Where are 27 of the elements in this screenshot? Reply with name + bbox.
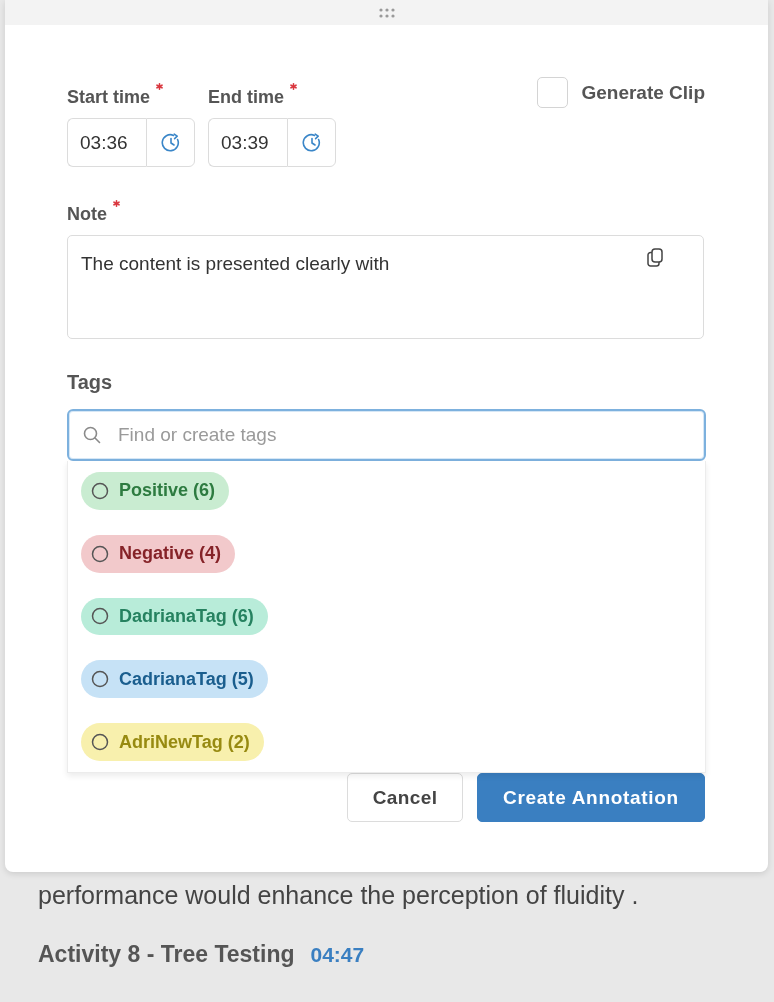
clock-icon: [301, 132, 322, 153]
search-icon: [83, 426, 101, 444]
checkbox[interactable]: [537, 77, 569, 108]
clock-icon: [160, 132, 181, 153]
copy-button[interactable]: [647, 248, 663, 267]
tag-search-field[interactable]: Find or create tags: [67, 409, 706, 461]
time-field[interactable]: 03:39: [208, 118, 287, 167]
note-text: performance would enhance the perception of fluidity .: [38, 880, 639, 910]
tag-option[interactable]: DadrianaTag (6): [81, 597, 268, 636]
time-field[interactable]: 03:36: [67, 118, 146, 167]
tag-option[interactable]: CadrianaTag (5): [81, 660, 268, 699]
field-label: Start time: [67, 86, 151, 108]
tag-option[interactable]: Positive (6): [81, 472, 230, 510]
timestamp-link[interactable]: 04:47: [310, 941, 365, 969]
activity-title: Activity 8 - Tree Testing: [38, 940, 295, 968]
checkbox-label[interactable]: Generate Clip: [581, 81, 705, 104]
copy-icon: [647, 248, 663, 267]
field-label: End time: [208, 86, 284, 108]
create-button[interactable]: Create Annotation: [477, 773, 705, 822]
cancel-button[interactable]: Cancel: [347, 773, 463, 822]
grip-icon: [378, 7, 395, 18]
time-picker-button[interactable]: [287, 118, 336, 167]
field-label: Tags: [67, 371, 113, 393]
tag-option[interactable]: Negative (4): [81, 534, 236, 573]
note-field[interactable]: The content is presented clearly with: [67, 235, 704, 339]
field-label: Note: [67, 203, 107, 225]
time-picker-button[interactable]: [146, 118, 195, 167]
